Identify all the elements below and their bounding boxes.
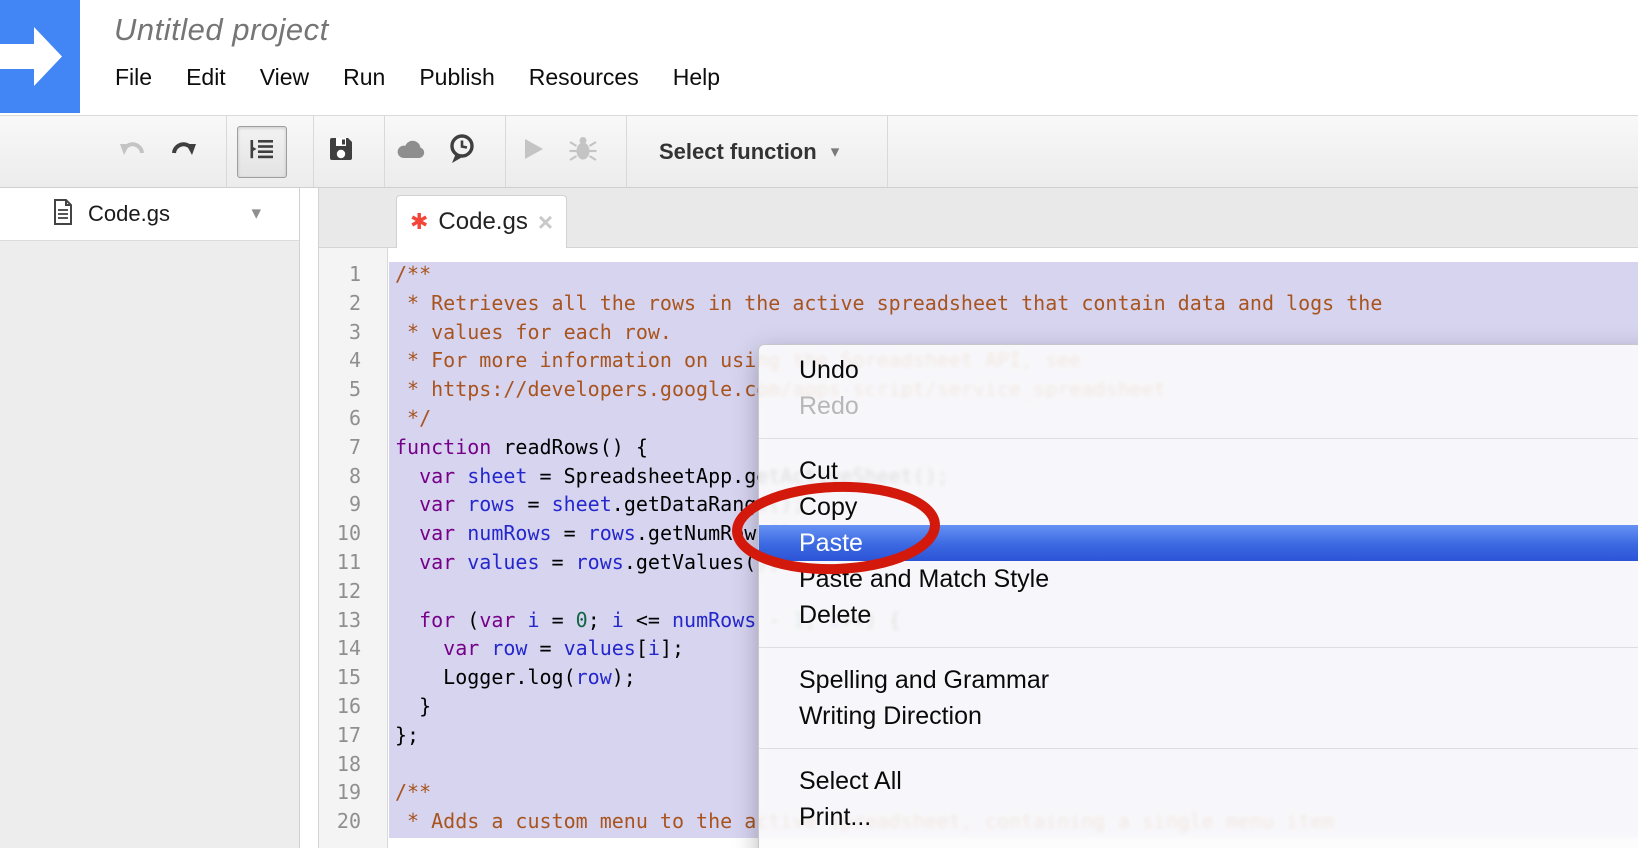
menu-item-run[interactable]: Run — [343, 64, 385, 91]
run-button — [516, 126, 550, 178]
file-document-icon — [52, 199, 74, 230]
line-number: 19 — [319, 780, 387, 809]
context-menu-item-copy[interactable]: Copy — [759, 489, 1638, 525]
line-number: 2 — [319, 291, 387, 320]
cloud-upload-icon — [395, 137, 429, 166]
redo-button[interactable] — [166, 126, 200, 178]
line-number: 8 — [319, 464, 387, 493]
undo-icon — [118, 137, 148, 166]
sidebar-resize-gutter[interactable] — [300, 188, 319, 848]
arrow-right-icon — [0, 0, 80, 113]
context-menu-item-cut[interactable]: Cut — [759, 453, 1638, 489]
context-menu-item-writing-direction[interactable]: Writing Direction — [759, 698, 1638, 734]
files-sidebar: Code.gs ▾ — [0, 188, 300, 848]
toolbar-separator — [505, 116, 506, 187]
project-title[interactable]: Untitled project — [114, 12, 329, 48]
select-function-label: Select function — [659, 139, 817, 165]
header: Untitled project File Edit View Run Publish R… — [0, 0, 1638, 115]
menu-item-resources[interactable]: Resources — [529, 64, 639, 91]
tab-strip: ✱ Code.gs × — [319, 188, 1638, 248]
toolbar-separator — [626, 116, 627, 187]
run-icon — [522, 137, 544, 166]
menu-item-file[interactable]: File — [115, 64, 152, 91]
line-number: 9 — [319, 492, 387, 521]
indent-button[interactable] — [237, 126, 287, 178]
line-number-gutter: 1234567891011121314151617181920 — [319, 248, 388, 848]
editor-pane: ✱ Code.gs × 1234567891011121314151617181… — [319, 188, 1638, 848]
undo-button — [116, 126, 150, 178]
tab-close-icon[interactable]: × — [538, 212, 553, 232]
line-number: 16 — [319, 694, 387, 723]
line-number: 4 — [319, 348, 387, 377]
file-name: Code.gs — [88, 201, 170, 227]
menubar: File Edit View Run Publish Resources Help — [115, 64, 720, 91]
cloud-upload-button[interactable] — [395, 126, 429, 178]
context-menu: UndoRedo CutCopyPastePaste and Match Styl… — [758, 344, 1638, 848]
menu-item-view[interactable]: View — [260, 64, 309, 91]
history-button[interactable] — [445, 126, 479, 178]
apps-script-editor-window: Untitled project File Edit View Run Publish R… — [0, 0, 1638, 848]
chevron-down-icon: ▾ — [831, 142, 840, 162]
context-menu-item-select-all[interactable]: Select All — [759, 763, 1638, 799]
menu-item-edit[interactable]: Edit — [186, 64, 226, 91]
tab-title: Code.gs — [438, 208, 527, 236]
context-menu-item-paste[interactable]: Paste — [759, 525, 1638, 561]
line-number: 11 — [319, 550, 387, 579]
line-number: 14 — [319, 636, 387, 665]
menu-item-publish[interactable]: Publish — [419, 64, 494, 91]
history-icon — [447, 133, 477, 170]
line-number: 13 — [319, 608, 387, 637]
line-number: 18 — [319, 752, 387, 781]
tab-code-gs[interactable]: ✱ Code.gs × — [396, 195, 567, 248]
line-number: 5 — [319, 377, 387, 406]
context-menu-item-paste-and-match-style[interactable]: Paste and Match Style — [759, 561, 1638, 597]
apps-script-logo — [0, 0, 80, 113]
redo-icon — [168, 137, 198, 166]
toolbar: Select function ▾ — [0, 115, 1638, 188]
context-menu-separator — [759, 438, 1638, 439]
indent-icon — [248, 137, 276, 166]
toolbar-separator — [313, 116, 314, 187]
line-number: 12 — [319, 579, 387, 608]
toolbar-separator — [887, 116, 888, 187]
code-line-1[interactable]: /** — [389, 262, 1638, 291]
menu-item-help[interactable]: Help — [673, 64, 720, 91]
unsaved-indicator-icon: ✱ — [410, 209, 428, 235]
line-number: 6 — [319, 406, 387, 435]
context-menu-separator — [759, 647, 1638, 648]
line-number: 3 — [319, 320, 387, 349]
line-number: 1 — [319, 262, 387, 291]
line-number: 17 — [319, 723, 387, 752]
context-menu-item-undo[interactable]: Undo — [759, 352, 1638, 388]
line-number: 10 — [319, 521, 387, 550]
select-function-dropdown[interactable]: Select function ▾ — [637, 126, 861, 178]
code-line-2[interactable]: * Retrieves all the rows in the active s… — [389, 291, 1638, 320]
file-menu-caret-icon[interactable]: ▾ — [251, 202, 261, 225]
context-menu-item-redo: Redo — [759, 388, 1638, 424]
toolbar-separator — [226, 116, 227, 187]
toolbar-separator — [384, 116, 385, 187]
sidebar-item-code-gs[interactable]: Code.gs ▾ — [0, 188, 299, 241]
context-menu-item-delete[interactable]: Delete — [759, 597, 1638, 633]
save-button[interactable] — [324, 126, 358, 178]
line-number: 15 — [319, 665, 387, 694]
save-icon — [327, 135, 355, 168]
debug-icon — [568, 134, 598, 169]
debug-button — [566, 126, 600, 178]
context-menu-item-print[interactable]: Print... — [759, 799, 1638, 835]
line-number: 7 — [319, 435, 387, 464]
context-menu-item-spelling-and-grammar[interactable]: Spelling and Grammar — [759, 662, 1638, 698]
context-menu-separator — [759, 748, 1638, 749]
line-number: 20 — [319, 809, 387, 838]
code-area[interactable]: 1234567891011121314151617181920 /** * Re… — [319, 248, 1638, 848]
